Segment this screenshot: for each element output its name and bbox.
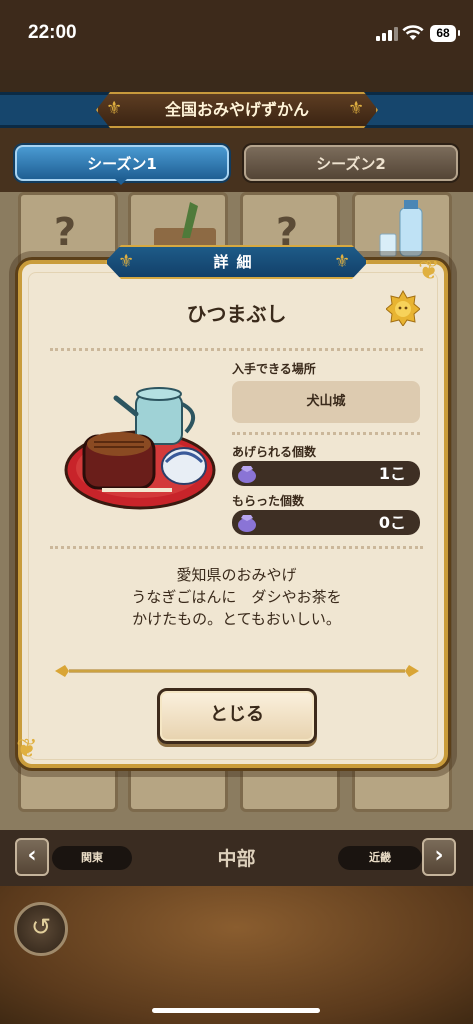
give-count-value: 1こ [232,461,420,486]
divider [50,348,423,351]
pouch-icon [238,515,256,532]
divider [232,432,420,435]
next-region-button[interactable]: › [422,838,456,876]
tab-season1[interactable]: シーズン1 [15,145,229,181]
corner-ornament-icon: ❦ [16,734,38,764]
battery-icon: 68 [430,25,460,42]
hitsumabushi-image [64,387,216,510]
detail-title: 詳細 [213,253,260,271]
pouch-icon [238,466,256,483]
corner-ornament-icon: ❦ [418,256,440,286]
water-bottle-icon [379,200,423,257]
page-title: 全国おみやげずかん [164,100,309,119]
floor-background [0,886,473,1024]
home-indicator[interactable] [152,1008,320,1013]
wifi-icon [402,25,424,40]
tab-season2[interactable]: シーズン2 [244,145,458,181]
location-value: 犬山城 [232,381,420,423]
clock: 22:00 [28,22,77,43]
received-count-value: 0こ [232,510,420,535]
active-tab-caret [114,178,128,185]
description-line: うなぎごはんに ダシやお茶を [131,588,342,606]
divider [50,546,423,549]
give-count-label: あげられる個数 [232,445,317,459]
gold-medal-icon [386,290,420,326]
item-description: 愛知県のおみやげ うなぎごはんに ダシやお茶を かけたもの。とてもおいしい。 [60,564,413,630]
signal-icon [376,27,398,41]
back-button[interactable]: ↺ [14,902,68,956]
close-button[interactable]: とじる [157,688,317,744]
received-count-label: もらった個数 [232,494,305,508]
description-line: かけたもの。とてもおいしい。 [132,610,341,628]
status-bar: 22:00 68 [0,0,473,70]
next-region-label: 近畿 [338,846,422,870]
description-line: 愛知県のおみやげ [176,566,297,584]
ornamental-divider [55,665,419,677]
location-label: 入手できる場所 [232,362,316,376]
unknown-item-icon: ? [54,210,77,254]
